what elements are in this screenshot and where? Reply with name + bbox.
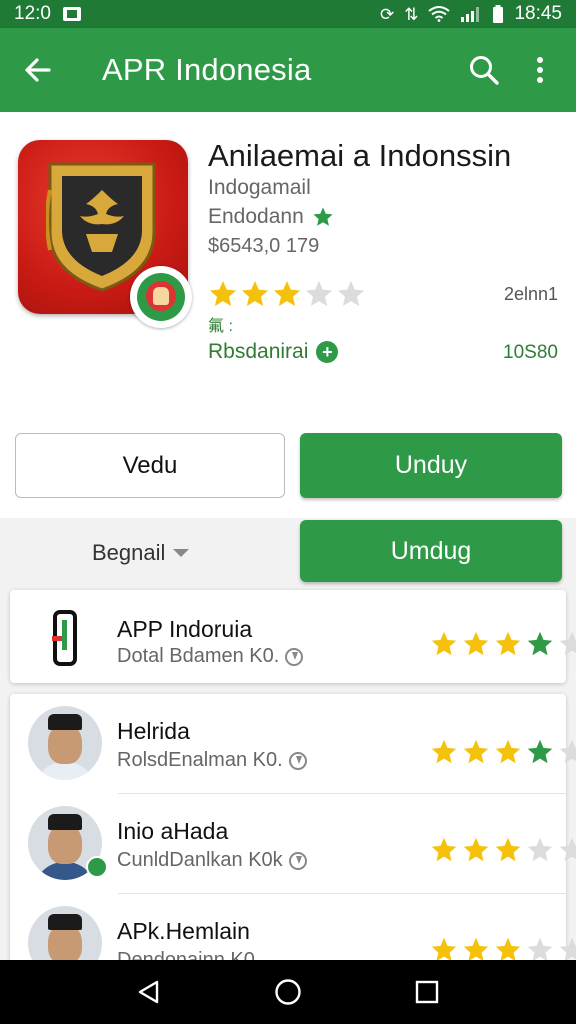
view-button[interactable]: Vedu — [15, 433, 285, 498]
star-filled-icon — [463, 631, 489, 656]
list-item[interactable]: APP Indoruia Dotal Bdamen K0. — [10, 590, 576, 683]
app-bar: APR Indonesia — [0, 28, 576, 112]
app-price: $6543,0 179 — [208, 235, 320, 257]
filter-dropdown-label: Begnail — [92, 540, 166, 565]
system-nav-bar — [0, 960, 576, 1024]
star-filled-icon — [495, 739, 521, 764]
search-button[interactable] — [456, 42, 512, 98]
app-info-row: Rbsdanirai + — [208, 340, 339, 364]
app-category: Endodann — [208, 205, 334, 229]
list-item-subtitle: Dotal Bdamen K0. — [117, 645, 304, 668]
download-icon — [288, 751, 307, 770]
nav-home-button[interactable] — [258, 962, 318, 1022]
star-filled-icon — [463, 837, 489, 862]
app-icon — [18, 140, 192, 328]
app-developer[interactable]: Indogamail — [208, 176, 311, 200]
rating-count: 2elnn1 — [503, 284, 558, 304]
list-item-subtitle: CunldDanlkan K0k — [117, 849, 307, 872]
star-filled-icon — [209, 280, 237, 306]
more-vert-icon — [537, 57, 543, 83]
star-empty-icon — [527, 837, 553, 862]
star-filled-icon — [527, 739, 553, 764]
star-empty-icon — [559, 631, 576, 656]
add-icon[interactable]: + — [316, 341, 339, 363]
app-logo-icon — [52, 610, 77, 666]
back-arrow-icon — [25, 58, 51, 82]
app-detail-card: Anilaemai a Indonssin Indogamail Endodan… — [0, 112, 576, 518]
app-category-label: Endodann — [208, 205, 304, 228]
dropdown-caret-icon — [173, 549, 190, 557]
app-icon-badge — [130, 266, 192, 328]
nav-recents-button[interactable] — [397, 962, 457, 1022]
battery-icon — [493, 5, 504, 23]
verified-badge-icon — [86, 856, 108, 878]
app-detail-title: Anilaemai a Indonssin — [208, 138, 512, 173]
star-filled-icon — [495, 631, 521, 656]
back-button[interactable] — [10, 42, 66, 98]
filter-row: Begnail Umdug — [0, 518, 576, 588]
editors-choice-star-icon — [313, 207, 333, 226]
list-item-subtitle: RolsdEnalman K0. — [117, 749, 307, 772]
star-filled-icon — [431, 739, 457, 764]
star-filled-icon — [431, 837, 457, 862]
list-item-subtitle-text: Dotal Bdamen K0. — [117, 645, 280, 667]
star-empty-icon — [305, 280, 333, 306]
content-rating: 氟 : — [208, 318, 233, 335]
download-icon — [288, 851, 307, 870]
notification-icon — [62, 7, 81, 21]
status-time-left: 12:0 — [14, 3, 51, 24]
home-nav-icon — [275, 979, 301, 1005]
star-filled-icon — [527, 631, 553, 656]
list-item[interactable]: Inio aHada CunldDanlkan K0k — [10, 794, 576, 894]
list-item-stars — [430, 738, 576, 766]
search-icon — [470, 56, 499, 85]
list-item-subtitle-text: CunldDanlkan K0k — [117, 849, 283, 871]
more-options-button[interactable] — [512, 42, 568, 98]
star-empty-icon — [559, 837, 576, 862]
list-item[interactable]: Helrida RolsdEnalman K0. — [10, 694, 576, 794]
list-item-title: APP Indoruia — [117, 616, 253, 642]
wifi-icon — [428, 6, 451, 22]
app-info-value: 10S80 — [503, 342, 558, 363]
filter-dropdown[interactable]: Begnail — [92, 540, 190, 566]
list-item-title: Helrida — [117, 718, 190, 744]
star-filled-icon — [273, 280, 301, 306]
status-time-right: 18:45 — [514, 3, 562, 24]
list-item-stars — [430, 836, 576, 864]
star-empty-icon — [559, 739, 576, 764]
nav-back-button[interactable] — [119, 962, 179, 1022]
star-empty-icon — [337, 280, 365, 306]
status-bar: 12:0 ⟳ ⇅ 18:45 — [0, 0, 576, 28]
signal-icon — [461, 7, 480, 22]
star-filled-icon — [431, 631, 457, 656]
app-info-label: Rbsdanirai — [208, 340, 309, 363]
star-filled-icon — [463, 739, 489, 764]
download-button-secondary[interactable]: Umdug — [300, 520, 562, 582]
page-title: APR Indonesia — [102, 52, 312, 87]
download-button[interactable]: Unduy — [300, 433, 562, 498]
list-card: APP Indoruia Dotal Bdamen K0. — [10, 590, 576, 683]
app-rating-stars — [208, 279, 366, 309]
list-item-title: Inio aHada — [117, 818, 229, 844]
back-nav-icon — [139, 980, 159, 1004]
list-item-stars — [430, 630, 576, 658]
recents-nav-icon — [415, 980, 438, 1004]
list-item-subtitle-text: RolsdEnalman K0. — [117, 749, 283, 771]
sync-icon: ⟳ — [379, 4, 395, 24]
star-filled-icon — [495, 837, 521, 862]
vibrate-icon: ⇅ — [404, 4, 419, 24]
star-filled-icon — [241, 280, 269, 306]
list-item-title: APk.Hemlain — [117, 918, 250, 944]
avatar — [28, 706, 102, 780]
list-card: Helrida RolsdEnalman K0. Inio aHada Cunl… — [10, 694, 576, 994]
download-icon — [285, 647, 304, 666]
